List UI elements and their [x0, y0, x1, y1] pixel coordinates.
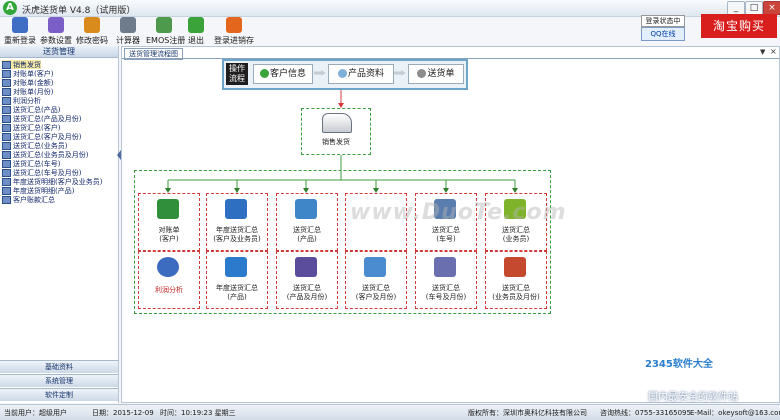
sales-delivery-node[interactable]: 销售发货: [301, 108, 371, 155]
corner-slogan: 国内最安全的软件站: [648, 392, 738, 403]
report-statement-customer[interactable]: 对账单 (客户): [138, 193, 200, 251]
annual-product-icon: [225, 257, 247, 277]
status-date: 日期：2015-12-09: [92, 409, 154, 417]
customer-month-icon: [364, 257, 386, 277]
salesman-month-icon: [504, 257, 526, 277]
status-bar: 当前用户：超级用户 日期：2015-12-09 时间：10:19:23 星期三 …: [0, 404, 780, 420]
product-month-icon: [295, 257, 317, 277]
statement-icon: [157, 199, 179, 219]
van-icon: [322, 113, 352, 133]
report-product-month[interactable]: 送货汇总 (产品及月份): [276, 251, 338, 309]
vehicle-month-icon: [434, 257, 456, 277]
annual-summary-icon: [225, 199, 247, 219]
product-summary-icon: [295, 199, 317, 219]
report-profit-analysis[interactable]: 利润分析: [138, 251, 200, 309]
status-copyright: 版权所有：深圳市奥科亿科技有限公司: [468, 409, 587, 417]
sales-delivery-label: 销售发货: [322, 138, 350, 146]
status-time: 时间：10:19:23 星期三: [160, 409, 236, 417]
report-customer-month[interactable]: 送货汇总 (客户及月份): [345, 251, 407, 309]
status-hotline: 咨询热线：0755-33165095: [600, 409, 691, 417]
watermark: www.DuoTe.com: [350, 200, 567, 225]
report-vehicle-month[interactable]: 送货汇总 (车号及月份): [415, 251, 477, 309]
profit-analysis-icon: [157, 257, 179, 277]
corner-brand: 2345软件大全: [645, 359, 713, 370]
report-summary-product[interactable]: 送货汇总 (产品): [276, 193, 338, 251]
report-salesman-month[interactable]: 送货汇总 (业务员及月份): [485, 251, 547, 309]
status-email: E-Mail：okeysoft@163.com: [690, 409, 780, 417]
report-annual-customer-salesman[interactable]: 年度送货汇总 (客户及业务员): [206, 193, 268, 251]
report-annual-product[interactable]: 年度送货汇总 (产品): [206, 251, 268, 309]
status-user: 当前用户：超级用户: [4, 409, 67, 417]
